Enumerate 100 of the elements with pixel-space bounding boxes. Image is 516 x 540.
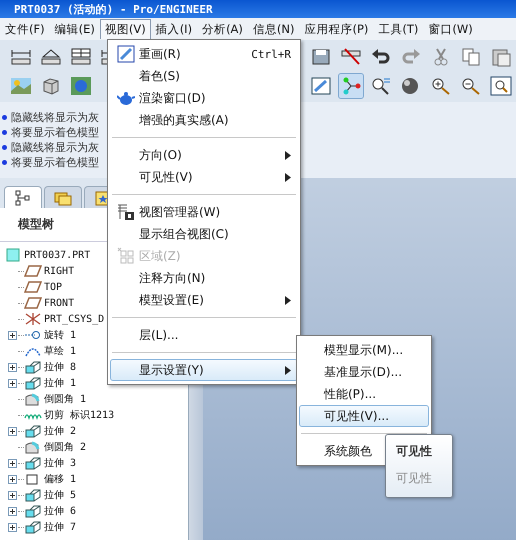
tree-item[interactable]: 倒圆角 2 [44,440,86,454]
message-text: 隐藏线将显示为灰 [11,110,99,125]
tree-tab[interactable] [4,186,42,208]
expand-icon[interactable] [8,426,16,436]
menu-item[interactable]: 方向(O) [110,144,298,166]
bullet-icon [2,115,7,120]
grid-measure-icon [70,46,92,66]
datum-plane-icon [24,280,42,294]
expand-icon[interactable] [8,458,16,468]
tree-item[interactable]: 拉伸 5 [44,488,76,502]
datum-plane-icon [24,264,42,278]
menu-item[interactable]: 注释方向(N) [110,267,298,289]
expand-icon[interactable] [8,474,16,484]
menu-bar-item[interactable]: 编辑(E) [50,18,100,40]
folders-icon [54,190,72,206]
extrude-icon [24,376,42,390]
undo-icon [370,46,392,66]
orient-icon [370,76,392,96]
menu-item[interactable]: 重画(R) Ctrl+R [110,43,298,65]
menu-bar-item[interactable]: 信息(N) [248,18,300,40]
round-icon [24,440,42,454]
region-icon [117,247,135,265]
menu-bar-item[interactable]: 插入(I) [150,18,198,40]
part-icon [6,248,20,262]
menu-bar-item[interactable]: 应用程序(P) [299,18,374,40]
folders-tab[interactable] [44,186,82,208]
menu-item[interactable]: 着色(S) [110,65,298,87]
menu-item[interactable]: 渲染窗口(D) [110,87,298,109]
revolve-icon [24,328,42,342]
datum-plane-icon [24,296,42,310]
expand-icon[interactable] [8,330,16,340]
menu-bar-item[interactable]: 文件(F) [0,18,50,40]
redo-icon [400,46,422,66]
expand-icon[interactable] [8,378,16,388]
expand-icon[interactable] [8,506,16,516]
tree-item[interactable]: TOP [44,282,62,292]
tree-item[interactable]: 偏移 1 [44,472,76,486]
tree-item[interactable]: PRT_CSYS_D [44,314,104,324]
repaint-icon [117,45,135,63]
tree-item[interactable]: 旋转 1 [44,328,76,342]
zoom-out-icon [460,76,482,96]
window-title: PRT0037 (活动的) - Pro/ENGINEER [14,2,213,16]
extrude-icon [24,488,42,502]
bullet-icon [2,160,7,165]
tree-item[interactable]: PRT0037.PRT [24,250,90,260]
expand-icon[interactable] [8,362,16,372]
tooltip-text: 可见性 [396,470,433,487]
menu-item[interactable]: 性能(P)... [299,383,429,405]
extrude-icon [24,504,42,518]
menu-item[interactable]: 可见性(V) [110,166,298,188]
teapot-icon [117,89,135,107]
tree-icon [14,190,32,206]
menu-item[interactable]: 模型设置(E) [110,289,298,311]
tree-item[interactable]: 拉伸 7 [44,520,76,534]
spin-center-button[interactable] [338,72,364,98]
ruler-off-icon [340,46,362,66]
tree-item[interactable]: 拉伸 2 [44,424,76,438]
tooltip-title: 可见性 [396,443,433,460]
menu-item[interactable]: 基准显示(D)... [299,361,429,383]
csys-icon [24,312,42,326]
extrude-icon [24,424,42,438]
menu-item[interactable]: 增强的真实感(A) [110,109,298,131]
repaint-icon [310,76,332,96]
tree-item[interactable]: FRONT [44,298,74,308]
bullet-icon [2,130,7,135]
expand-icon[interactable] [8,490,16,500]
tree-item[interactable]: 拉伸 8 [44,360,76,374]
tree-item[interactable]: 切剪 标识1213 [44,408,114,422]
globe-icon [70,76,92,96]
save-icon [310,46,332,66]
menu-item[interactable]: 可见性(V)... [299,405,429,427]
extrude-icon [24,360,42,374]
menu-item[interactable]: 模型显示(M)... [299,339,429,361]
menu-item[interactable]: 层(L)... [110,324,298,346]
bullet-icon [2,145,7,150]
view-manager-icon [117,203,135,221]
tree-item[interactable]: RIGHT [44,266,74,276]
tree-item[interactable]: 倒圆角 1 [44,392,86,406]
extrude-icon [24,456,42,470]
expand-icon[interactable] [8,522,16,532]
tree-item[interactable]: 拉伸 6 [44,504,76,518]
refit-icon [490,76,512,96]
message-text: 隐藏线将显示为灰 [11,140,99,155]
extrude-icon [24,520,42,534]
zoom-in-icon [430,76,452,96]
menu-bar-item[interactable]: 分析(A) [197,18,248,40]
menu-item[interactable]: 显示设置(Y) [110,359,298,381]
tree-item[interactable]: 拉伸 3 [44,456,76,470]
message-text: 将要显示着色模型 [11,125,99,140]
landscape-icon [10,76,32,96]
menu-bar-item[interactable]: 工具(T) [373,18,424,40]
tree-item[interactable]: 草绘 1 [44,344,76,358]
round-icon [24,392,42,406]
menu-bar-item[interactable]: 窗口(W) [423,18,478,40]
copy-icon [460,46,482,66]
tree-item[interactable]: 拉伸 1 [44,376,76,390]
message-text: 将要显示着色模型 [11,155,99,170]
angle-icon [40,46,62,66]
menu-bar-item[interactable]: 视图(V) [100,19,151,39]
shortcut-text: Ctrl+R [251,48,291,60]
